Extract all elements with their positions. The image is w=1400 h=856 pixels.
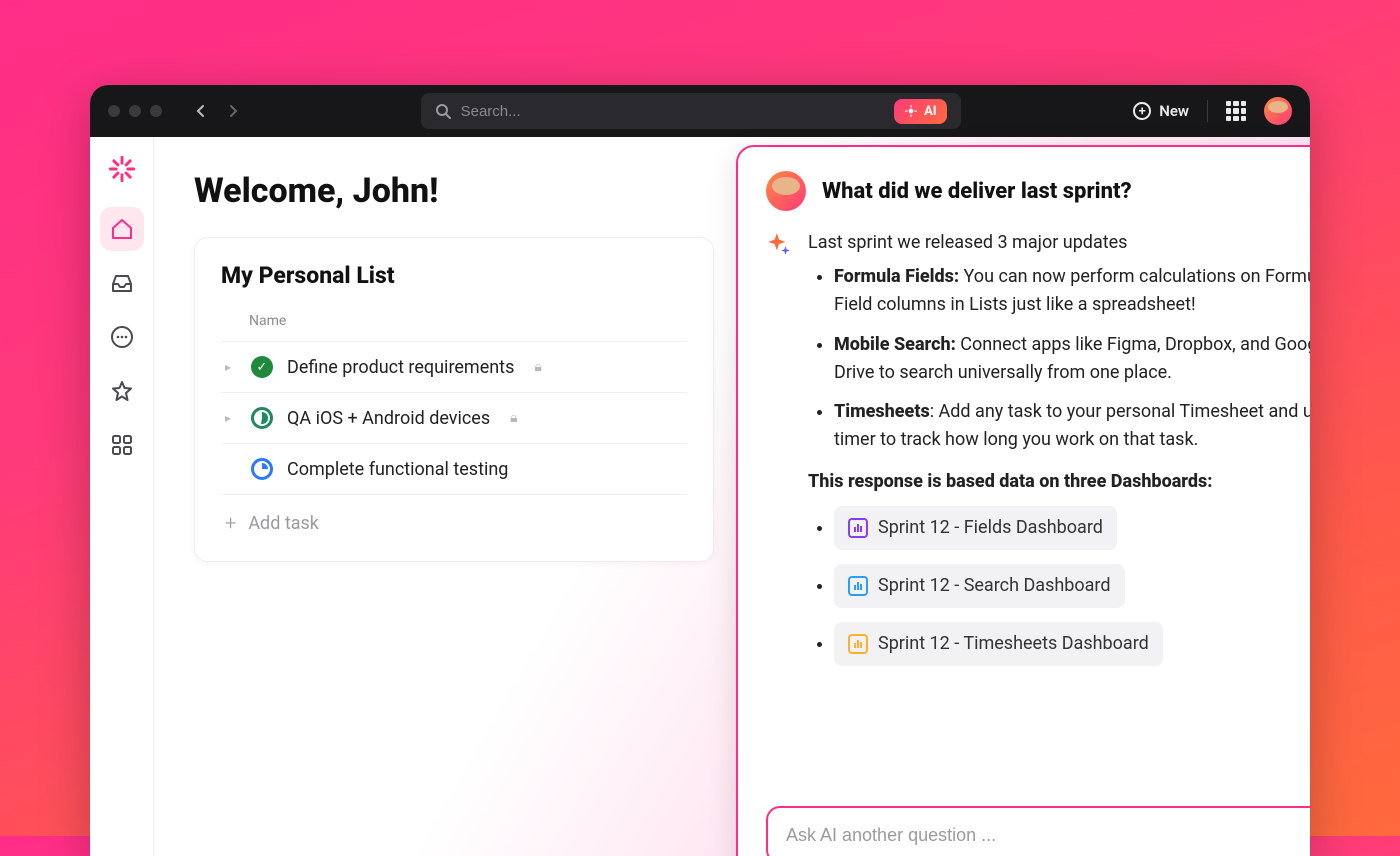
app-window: AI + New [90,85,1310,856]
rail-inbox-button[interactable] [100,261,144,305]
ai-bullet: Formula Fields: You can now perform calc… [834,263,1310,319]
new-button-label: New [1159,102,1189,120]
ai-source-item: Sprint 12 - Timesheets Dashboard [834,622,1310,666]
ai-source-item: Sprint 12 - Fields Dashboard [834,506,1310,550]
window-controls[interactable] [108,105,162,117]
add-task-button[interactable]: + Add task [221,494,687,551]
app-logo-icon [108,155,136,183]
dashboard-icon [848,634,868,654]
rail-more-button[interactable] [100,315,144,359]
dashboard-icon [848,576,868,596]
rail-favorites-button[interactable] [100,369,144,413]
dashboard-icon [848,518,868,538]
divider [1207,100,1208,122]
new-button[interactable]: + New [1133,102,1189,120]
search-icon [435,103,451,119]
user-avatar [766,171,806,211]
dashboard-chip[interactable]: Sprint 12 - Timesheets Dashboard [834,622,1163,666]
home-icon [110,217,134,241]
task-row[interactable]: Complete functional testing [221,443,687,494]
dashboard-chip[interactable]: Sprint 12 - Search Dashboard [834,564,1125,608]
ai-source-item: Sprint 12 - Search Dashboard [834,564,1310,608]
chevron-right-icon: ▸ [225,411,237,425]
task-row[interactable]: ▸ QA iOS + Android devices 🔒︎ [221,392,687,443]
add-task-label: Add task [248,513,319,534]
status-done-icon: ✓ [251,356,273,378]
search-bar[interactable]: AI [421,93,961,129]
ai-panel: What did we deliver last sprint? Last sp… [736,145,1310,856]
ai-input-bar [766,806,1310,856]
ai-sources-header: This response is based data on three Das… [808,468,1310,496]
chevron-right-icon: ▸ [225,360,237,374]
ellipsis-icon [110,325,134,349]
ai-question: What did we deliver last sprint? [822,179,1132,204]
plus-icon: + [225,511,236,535]
ai-input[interactable] [786,825,1302,846]
personal-list-card: My Personal List Name ▸ ✓ Define product r… [194,237,714,562]
status-open-icon [251,458,273,480]
plus-icon: + [1133,102,1151,120]
list-title: My Personal List [221,262,687,289]
task-title: Complete functional testing [287,459,508,480]
task-title: Define product requirements [287,357,514,378]
ai-badge-label: AI [924,104,937,119]
ai-lead: Last sprint we released 3 major updates [808,229,1310,257]
status-progress-icon [251,407,273,429]
column-header-name: Name [221,307,687,341]
grid-icon [111,434,133,456]
sparkle-icon [766,231,792,257]
rail-home-button[interactable] [100,207,144,251]
apps-grid-button[interactable] [1226,101,1246,121]
lock-icon: 🔒︎ [510,410,517,426]
titlebar: AI + New [90,85,1310,137]
user-avatar[interactable] [1264,97,1292,125]
star-icon [110,379,134,403]
ai-bullet: Timesheets: Add any task to your persona… [834,398,1310,454]
ai-badge[interactable]: AI [894,99,947,124]
search-input[interactable] [461,103,890,120]
task-row[interactable]: ▸ ✓ Define product requirements 🔒︎ [221,341,687,392]
lock-icon: 🔒︎ [534,359,541,375]
inbox-icon [110,271,134,295]
nav-back-button[interactable] [186,97,214,125]
nav-forward-button[interactable] [220,97,248,125]
task-title: QA iOS + Android devices [287,408,490,429]
ai-bullet: Mobile Search: Connect apps like Figma, … [834,331,1310,387]
main-area: Welcome, John! My Personal List Name ▸✓D… [154,137,1310,856]
ai-response: Last sprint we released 3 major updates … [808,229,1310,792]
dashboard-chip[interactable]: Sprint 12 - Fields Dashboard [834,506,1117,550]
rail-apps-button[interactable] [100,423,144,467]
side-rail [90,137,154,856]
